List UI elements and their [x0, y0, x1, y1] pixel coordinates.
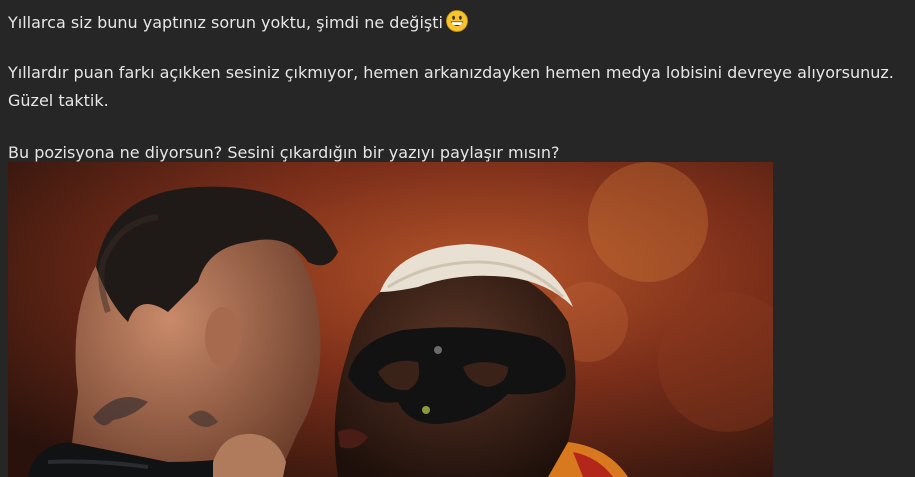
forum-post-body: Yıllarca siz bunu yaptınız sorun yoktu, … [0, 0, 915, 477]
football-players-photo-graphic [8, 162, 773, 477]
post-line-4: Bu pozisyona ne diyorsun? Sesini çıkardı… [8, 143, 560, 162]
post-line-1: Yıllarca siz bunu yaptınız sorun yoktu, … [8, 6, 468, 34]
post-line-2: Yıllardır puan farkı açıkken sesiniz çık… [8, 63, 894, 82]
embedded-photo[interactable] [8, 162, 773, 477]
post-line-1-text: Yıllarca siz bunu yaptınız sorun yoktu, … [8, 13, 443, 32]
grinning-face-emoji-icon [446, 10, 468, 32]
post-line-3: Güzel taktik. [8, 91, 109, 110]
